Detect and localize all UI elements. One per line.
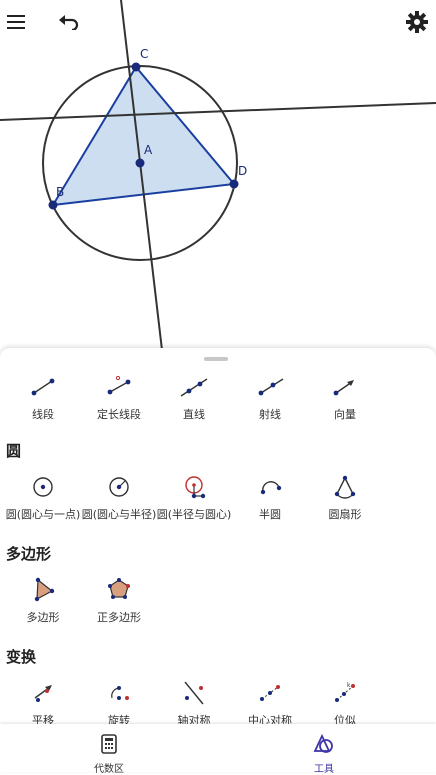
circle-center-radius-icon [109, 477, 129, 497]
polygon-icon [34, 577, 55, 602]
tool-reflect-line[interactable]: 轴对称 [156, 678, 232, 724]
nav-algebra-label: 代数区 [94, 764, 124, 775]
tool-label: 定长线段 [97, 408, 141, 421]
tool-label: 线段 [32, 408, 54, 421]
circular-sector-icon [334, 475, 356, 499]
point-b-label: B [56, 185, 64, 199]
nav-algebra[interactable]: 代数区 [49, 724, 169, 775]
tool-label: 圆(圆心与半径) [81, 508, 157, 521]
tool-circle-center-radius[interactable]: 圆(圆心与半径) [81, 472, 157, 521]
reflect-line-icon [184, 681, 204, 705]
tool-label: 多边形 [26, 611, 60, 624]
tool-rotate[interactable]: 旋转 [81, 678, 157, 724]
tool-label: 半圆 [259, 508, 281, 521]
nav-tools[interactable]: 工具 [264, 724, 384, 775]
tool-label: 向量 [334, 408, 356, 421]
semicircle-icon [260, 481, 282, 495]
tool-translate[interactable]: 平移 [5, 678, 81, 724]
graphics-svg[interactable]: A B C D [0, 0, 436, 360]
point-d[interactable] [229, 179, 239, 189]
point-b[interactable] [48, 200, 58, 210]
tool-polygon[interactable]: 多边形 [5, 575, 81, 624]
calculator-icon [101, 734, 117, 754]
tool-label: 位似 [334, 714, 356, 724]
tool-vector[interactable]: 向量 [307, 372, 383, 421]
tool-compass[interactable]: 圆(半径与圆心) [156, 472, 232, 521]
tool-label: 射线 [259, 408, 281, 421]
point-d-label: D [238, 164, 247, 178]
tool-semicircle[interactable]: 半圆 [232, 472, 308, 521]
tool-label: 圆扇形 [328, 508, 362, 521]
tool-segment[interactable]: 线段 [5, 372, 81, 421]
drag-handle[interactable] [204, 357, 228, 361]
regular-polygon-icon [108, 578, 130, 599]
tool-label: 旋转 [108, 714, 130, 724]
menu-icon [7, 15, 25, 29]
reflect-point-icon [260, 685, 280, 701]
settings-button[interactable] [403, 8, 431, 36]
tool-line[interactable]: 直线 [156, 372, 232, 421]
tool-label: 正多边形 [97, 611, 141, 624]
nav-tools-label: 工具 [314, 764, 334, 775]
circle-center-point-icon [33, 477, 53, 497]
tool-reflect-point[interactable]: 中心对称 [232, 678, 308, 724]
vector-icon [333, 380, 354, 396]
tool-regular-polygon[interactable]: 正多边形 [81, 575, 157, 624]
ray-icon [258, 378, 284, 396]
tool-segment-fixed-length[interactable]: 定长线段 [81, 372, 157, 421]
undo-button[interactable] [55, 8, 83, 36]
point-c-label: C [140, 47, 148, 61]
tool-label: 圆(半径与圆心) [156, 508, 232, 521]
tool-dilate[interactable]: k 位似 [307, 678, 383, 724]
point-c[interactable] [131, 62, 141, 72]
line-icon [180, 378, 208, 397]
section-title-circle: 圆 [6, 442, 22, 460]
point-a-label: A [144, 143, 153, 157]
tool-label: 平移 [32, 714, 54, 724]
compass-icon [185, 476, 206, 499]
segment-fixed-length-icon [107, 375, 131, 395]
tools-icon [313, 733, 333, 753]
dilate-icon: k [335, 682, 355, 702]
gear-icon [406, 11, 428, 33]
svg-text:k: k [347, 682, 351, 689]
segment-icon [31, 378, 55, 396]
tool-label: 中心对称 [248, 714, 292, 724]
tool-label: 直线 [183, 408, 205, 421]
tool-ray[interactable]: 射线 [232, 372, 308, 421]
translate-icon [34, 685, 52, 702]
tool-label: 圆(圆心与一点) [5, 508, 81, 521]
tool-circle-center-point[interactable]: 圆(圆心与一点) [5, 472, 81, 521]
point-a[interactable] [135, 158, 145, 168]
tool-circular-sector[interactable]: 圆扇形 [307, 472, 383, 521]
section-title-polygon: 多边形 [6, 545, 52, 563]
graphics-view[interactable]: A B C D [0, 0, 436, 360]
tools-panel[interactable]: 线段 定长线段 直线 射线 向量 圆 圆(圆心与一点) 圆(圆心与半径) 圆(半… [0, 348, 436, 724]
bottom-nav: 代数区 工具 [0, 724, 436, 775]
section-title-transform: 变换 [6, 648, 37, 666]
undo-icon [59, 15, 79, 30]
rotate-icon [111, 686, 129, 700]
menu-button[interactable] [3, 8, 31, 36]
tool-label: 轴对称 [177, 714, 211, 724]
